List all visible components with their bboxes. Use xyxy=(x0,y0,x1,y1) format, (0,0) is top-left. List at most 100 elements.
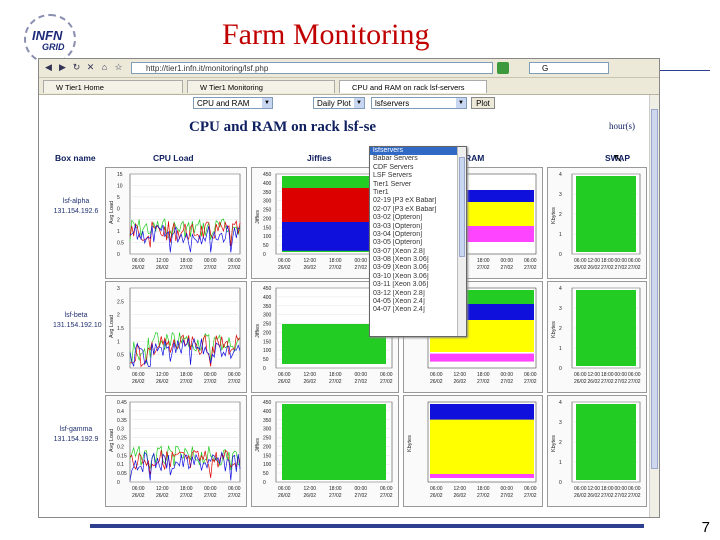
search-input[interactable]: G xyxy=(529,62,609,74)
dropdown-item[interactable]: LSF Servers xyxy=(370,172,466,180)
box-name-label[interactable]: lsf-beta 131.154.192.10 xyxy=(53,311,102,331)
dropdown-item[interactable]: 03-04 [Opteron] xyxy=(370,231,466,239)
tab-tier1-home[interactable]: W Tier1 Home xyxy=(43,80,183,93)
jiffies-plot[interactable]: Jiffies 450 400 350 300 250 200 150 100 50 0 06:00 2… xyxy=(251,395,399,507)
dropdown-item[interactable]: 04-05 [Xeon 2.4] xyxy=(370,298,466,306)
go-icon[interactable] xyxy=(497,62,509,74)
dropdown-item[interactable]: 03-11 [Xeon 3.06] xyxy=(370,281,466,289)
box-host[interactable]: lsf-alpha xyxy=(53,197,99,207)
address-bar[interactable]: http://tier1.infn.it/monitoring/lsf.php xyxy=(131,62,493,74)
stop-icon[interactable]: ✕ xyxy=(85,62,96,73)
dropdown-item[interactable]: lsfservers xyxy=(370,147,466,156)
box-name-label[interactable]: lsf-alpha 131.154.192.6 xyxy=(53,197,99,217)
box-host[interactable]: lsf-beta xyxy=(53,311,99,321)
swap-plot[interactable]: Kbytes 4 3 2 1 0 06:00 26/02 12:00 26/02 18:00 27/0… xyxy=(547,281,647,393)
chevron-down-icon: ▼ xyxy=(354,98,364,108)
x-tick-label: 27/02 xyxy=(329,379,342,385)
y-tick-label: 200 xyxy=(263,444,272,450)
reload-icon[interactable]: ↻ xyxy=(71,62,82,73)
y-tick-label: 2 xyxy=(559,440,562,446)
dropdown-scroll-thumb[interactable] xyxy=(459,157,465,257)
chevron-down-icon: ▼ xyxy=(456,98,466,108)
dropdown-item[interactable]: Tier1 xyxy=(370,189,466,197)
y-tick-label: 200 xyxy=(263,216,272,222)
x-tick-label: 26/02 xyxy=(454,493,467,499)
x-tick-label: 27/02 xyxy=(477,493,490,499)
box-host[interactable]: lsf-gamma xyxy=(53,425,99,435)
dropdown-item[interactable]: 04-07 [Xeon 2.4] xyxy=(370,306,466,314)
plot-button[interactable]: Plot xyxy=(471,97,495,109)
x-tick-label: 27/02 xyxy=(329,493,342,499)
y-tick-label: 250 xyxy=(263,436,272,442)
y-tick-label: 0.5 xyxy=(117,241,124,247)
x-tick-label: 26/02 xyxy=(430,493,443,499)
bookmark-icon[interactable]: ☆ xyxy=(113,62,124,73)
y-axis-label: Avg Load xyxy=(109,315,115,338)
dropdown-scrollbar[interactable] xyxy=(457,147,466,336)
x-tick-label: 06:00 xyxy=(628,372,641,378)
back-icon[interactable]: ◀ xyxy=(43,62,54,73)
dropdown-item[interactable]: 03-07 [Xeon 2.8] xyxy=(370,248,466,256)
x-tick-label: 00:00 xyxy=(355,258,368,264)
dropdown-item[interactable]: 02-19 [P3 eX Babar] xyxy=(370,197,466,205)
y-tick-label: 2 xyxy=(559,212,562,218)
dropdown-item[interactable]: 02-07 [P3 eX Babar] xyxy=(370,206,466,214)
y-tick-label: 0.2 xyxy=(117,444,124,450)
x-tick-label: 12:00 xyxy=(304,486,317,492)
page-scroll-thumb[interactable] xyxy=(651,109,658,469)
x-tick-label: 27/02 xyxy=(228,493,241,499)
ram-cache-area xyxy=(430,419,534,474)
x-tick-label: 18:00 xyxy=(180,258,193,264)
x-tick-label: 27/02 xyxy=(180,265,193,271)
dropdown-item[interactable]: 03-03 [Opteron] xyxy=(370,223,466,231)
page-heading-tail: hour(s) xyxy=(609,121,635,131)
x-tick-label: 26/02 xyxy=(588,265,601,271)
x-tick-label: 06:00 xyxy=(574,372,587,378)
x-tick-label: 26/02 xyxy=(156,493,169,499)
page-scrollbar[interactable] xyxy=(649,95,659,517)
x-tick-label: 18:00 xyxy=(477,258,490,264)
ram-plot[interactable]: Kbytes 06:00 26/02 12:00 26/02 18:00 27/02 00:0… xyxy=(403,395,543,507)
x-tick-label: 00:00 xyxy=(355,372,368,378)
swap-plot[interactable]: Kbytes 4 3 2 1 0 06:00 26/02 12:00 26/02 18:00 27/0… xyxy=(547,167,647,279)
y-axis-label: Jiffies xyxy=(255,438,261,452)
dropdown-item[interactable]: 03-02 [Opteron] xyxy=(370,214,466,222)
y-tick-label: 4 xyxy=(559,400,562,406)
tab-cpu-ram[interactable]: CPU and RAM on rack lsf-servers xyxy=(339,80,487,93)
y-tick-label: 15 xyxy=(117,172,123,178)
dropdown-item[interactable]: 03-10 [Xeon 3.06] xyxy=(370,273,466,281)
x-tick-label: 06:00 xyxy=(628,486,641,492)
x-tick-label: 27/02 xyxy=(180,379,193,385)
swap-free-area xyxy=(576,404,636,480)
y-tick-label: 400 xyxy=(263,409,272,415)
x-tick-label: 27/02 xyxy=(524,493,537,499)
y-tick-label: 0.15 xyxy=(117,453,127,459)
x-tick-label: 12:00 xyxy=(588,486,601,492)
period-select[interactable]: Daily Plot ▼ xyxy=(313,97,365,109)
dropdown-item[interactable]: CDF Servers xyxy=(370,164,466,172)
cpu-plot[interactable]: Avg Load 15 10 5 0 2 1 0.5 0 06:00 26/02 12:00 26/02… xyxy=(105,167,247,279)
x-tick-label: 06:00 xyxy=(132,372,145,378)
dropdown-item[interactable]: Babar Servers xyxy=(370,155,466,163)
group-dropdown-list[interactable]: lsfservers Babar Servers CDF Servers LSF Se… xyxy=(369,146,467,337)
dropdown-item[interactable]: Tier1 Server xyxy=(370,181,466,189)
dropdown-item[interactable]: 03-05 [Opteron] xyxy=(370,239,466,247)
box-name-label[interactable]: lsf-gamma 131.154.192.9 xyxy=(53,425,99,445)
y-tick-label: 450 xyxy=(263,172,272,178)
x-tick-label: 26/02 xyxy=(588,379,601,385)
cpu-plot[interactable]: Avg Load 0.45 0.4 0.35 0.3 0.25 0.2 0.15 0.1 0.05… xyxy=(105,395,247,507)
swap-plot[interactable]: Kbytes 4 3 2 1 0 06:00 26/02 12:00 26/02 18:00 27/0… xyxy=(547,395,647,507)
group-select[interactable]: lsfservers ▼ xyxy=(371,97,467,109)
swap-chart-svg: Kbytes4321006:0026/0212:0026/0218:0027/0… xyxy=(551,172,641,271)
dropdown-items: lsfservers Babar Servers CDF Servers LSF Se… xyxy=(370,147,466,315)
dropdown-item[interactable]: 03-12 [Xeon 2.8] xyxy=(370,290,466,298)
x-tick-label: 18:00 xyxy=(329,372,342,378)
home-icon[interactable]: ⌂ xyxy=(99,62,110,73)
tab-tier1-monitoring[interactable]: W Tier1 Monitoring xyxy=(187,80,335,93)
y-tick-label: 100 xyxy=(263,348,272,354)
metric-select[interactable]: CPU and RAM ▼ xyxy=(193,97,273,109)
dropdown-item[interactable]: 03-09 [Xeon 3.06] xyxy=(370,264,466,272)
cpu-plot[interactable]: Avg Load 3 2.5 2 1.5 1 0.5 0 06:00 26/02 12:00 26/0… xyxy=(105,281,247,393)
dropdown-item[interactable]: 03-08 [Xeon 3.06] xyxy=(370,256,466,264)
forward-icon[interactable]: ▶ xyxy=(57,62,68,73)
